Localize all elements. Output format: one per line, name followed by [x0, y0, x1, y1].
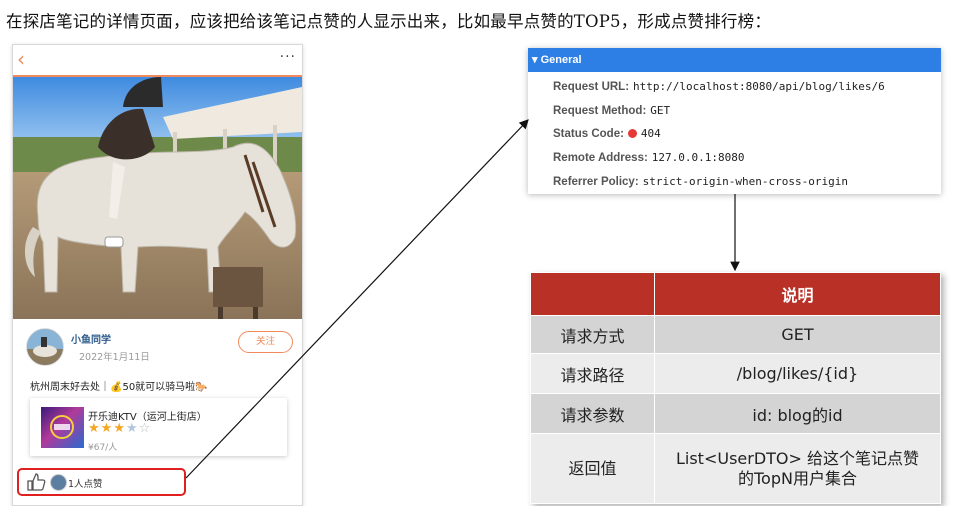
remote-address-label: Remote Address: — [553, 152, 648, 164]
row-label-params: 请求参数 — [530, 393, 655, 434]
blog-photo-horse — [13, 77, 302, 319]
return-value-line-2: 的TopN用户集合 — [738, 468, 857, 488]
referrer-policy-label: Referrer Policy: — [553, 176, 639, 188]
shop-price: ¥67/人 — [88, 443, 118, 453]
follow-button[interactable]: 关注 — [238, 331, 293, 353]
more-options-icon[interactable]: ··· — [280, 49, 296, 65]
shop-rating-stars: ★★★★☆ — [88, 422, 151, 436]
api-spec-table: 说明 请求方式 GET 请求路径 /blog/likes/{id} 请求参数 i… — [530, 272, 941, 504]
star-empty-icon: ☆ — [138, 421, 152, 436]
author-avatar[interactable] — [26, 328, 64, 366]
referrer-policy-row: Referrer Policy: strict-origin-when-cross… — [553, 174, 848, 188]
row-label-return: 返回值 — [530, 433, 655, 504]
referrer-policy-value: strict-origin-when-cross-origin — [642, 175, 848, 188]
blog-detail-phone-screen: ‹ ··· 小鱼同学 2022年1月11日 关注 杭州周末好去处｜💰50就可以骑… — [12, 44, 303, 506]
row-label-method: 请求方式 — [530, 315, 655, 354]
general-section-header[interactable]: ▾ General — [528, 48, 941, 72]
star-filled-icon: ★ — [88, 421, 101, 436]
request-method-row: Request Method: GET — [553, 103, 670, 117]
table-row: 请求参数 id: blog的id — [530, 393, 941, 434]
row-value-params: id: blog的id — [654, 393, 941, 434]
return-value-line-1: List<UserDTO> 给这个笔记点赞 — [675, 448, 920, 468]
request-method-label: Request Method: — [553, 105, 647, 117]
status-code-label: Status Code: — [553, 128, 624, 140]
top-bar: ‹ ··· — [13, 45, 302, 77]
remote-address-row: Remote Address: 127.0.0.1:8080 — [553, 150, 745, 164]
star-filled-icon: ★ — [100, 421, 114, 436]
table-row: 返回值 List<UserDTO> 给这个笔记点赞 的TopN用户集合 — [530, 433, 941, 504]
note-text: 杭州周末好去处｜💰50就可以骑马啦🐎 — [30, 382, 208, 393]
request-url-value: http://localhost:8080/api/blog/likes/6 — [633, 80, 885, 93]
back-arrow-icon[interactable]: ‹ — [17, 47, 25, 71]
status-code-value: 404 — [640, 127, 661, 140]
remote-address-value: 127.0.0.1:8080 — [651, 151, 745, 164]
row-value-return: List<UserDTO> 给这个笔记点赞 的TopN用户集合 — [654, 433, 941, 504]
row-value-path: /blog/likes/{id} — [654, 353, 941, 394]
shop-card[interactable]: 开乐迪KTV（运河上街店） ★★★★☆ ¥67/人 — [30, 398, 287, 456]
shop-thumbnail — [41, 407, 84, 448]
row-label-path: 请求路径 — [530, 353, 655, 394]
author-name[interactable]: 小鱼同学 — [71, 331, 111, 346]
request-url-label: Request URL: — [553, 81, 630, 93]
status-error-dot-icon — [627, 129, 637, 138]
table-row: 请求方式 GET — [530, 315, 941, 354]
request-url-row: Request URL: http://localhost:8080/api/bl… — [553, 79, 885, 93]
star-half-icon: ★ — [125, 421, 139, 436]
devtools-general-panel: ▾ General Request URL: http://localhost:8… — [528, 48, 941, 194]
status-code-row: Status Code: 404 — [553, 126, 661, 140]
row-value-method: GET — [654, 315, 941, 354]
table-row: 请求路径 /blog/likes/{id} — [530, 353, 941, 394]
post-date: 2022年1月11日 — [79, 352, 150, 363]
star-filled-icon: ★ — [113, 421, 126, 436]
request-method-value: GET — [650, 104, 671, 117]
page-headline: 在探店笔记的详情页面，应该把给该笔记点赞的人显示出来，比如最早点赞的TOP5，形… — [6, 12, 772, 31]
likes-highlight-box — [17, 468, 186, 496]
table-header-blank — [530, 272, 655, 316]
table-header-description: 说明 — [654, 272, 941, 316]
